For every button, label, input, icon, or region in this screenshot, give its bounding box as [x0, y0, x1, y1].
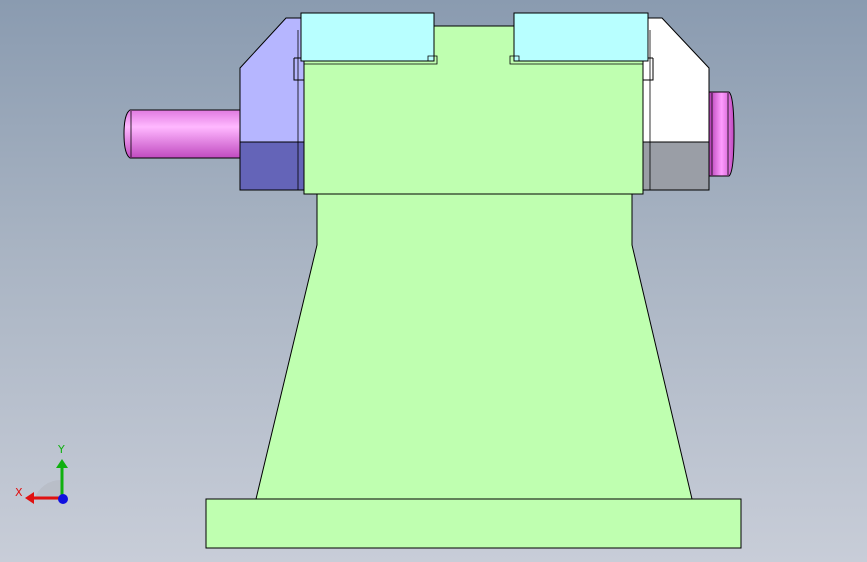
left-screw[interactable] — [123, 109, 241, 159]
axis-triad — [25, 459, 68, 504]
3d-graphics-viewport[interactable]: X Y — [0, 0, 867, 562]
left-jaw[interactable] — [239, 17, 306, 191]
y-axis-label: Y — [58, 443, 65, 456]
model-drawing[interactable] — [0, 0, 867, 562]
right-clamp-top[interactable] — [509, 12, 649, 65]
left-clamp-top[interactable] — [300, 12, 438, 65]
base-plate[interactable] — [205, 498, 742, 549]
right-screw[interactable] — [708, 91, 735, 177]
tapered-column[interactable] — [255, 193, 693, 500]
x-axis-label: X — [15, 486, 23, 499]
right-jaw[interactable] — [642, 17, 710, 191]
